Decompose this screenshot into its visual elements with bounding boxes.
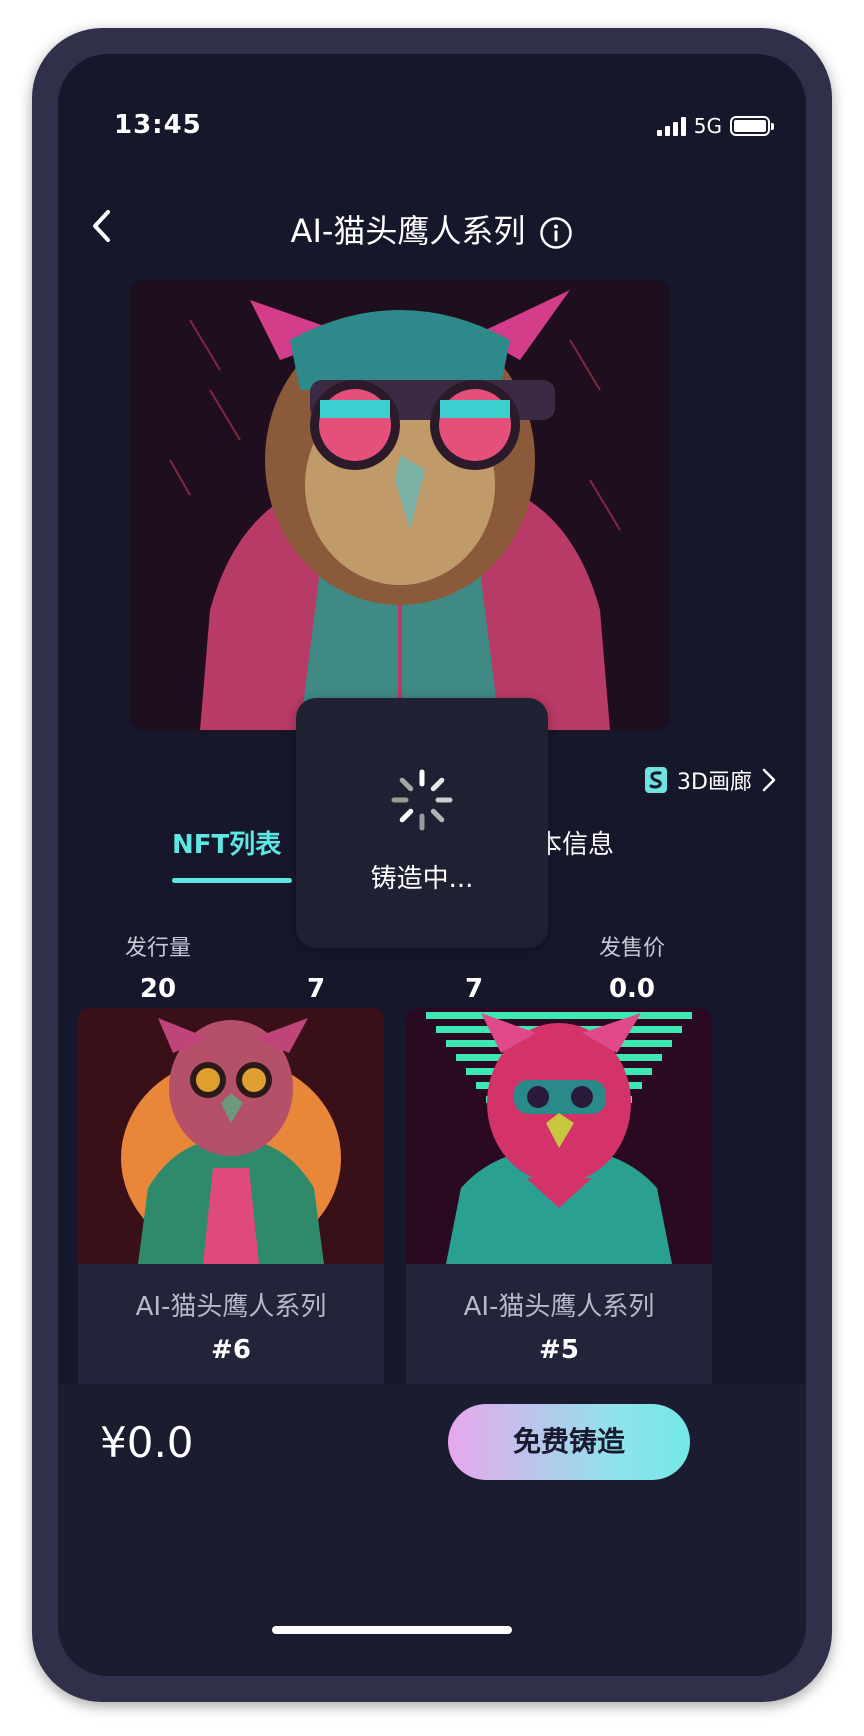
app-screen: 13:45 5G AI-猫头鹰人系列 3D画廊 NFT列表 基本信息 发行量 2…	[58, 54, 806, 1676]
nft-card-image	[406, 1008, 712, 1264]
signal-icon	[656, 116, 686, 136]
nft-card[interactable]: AI-猫头鹰人系列 #6	[78, 1008, 384, 1428]
nft-card-title: AI-猫头鹰人系列	[135, 1292, 327, 1322]
stat-value: 7	[464, 974, 484, 1004]
stat-value: 20	[139, 974, 177, 1004]
page-title-text: AI-猫头鹰人系列	[290, 212, 526, 250]
chevron-right-icon	[762, 768, 776, 792]
tab-nft-list[interactable]: NFT列表	[172, 824, 281, 861]
stat-label: 发行量	[124, 936, 191, 961]
battery-icon	[730, 116, 774, 136]
nft-card-title: AI-猫头鹰人系列	[463, 1292, 655, 1322]
free-mint-button[interactable]: 免费铸造	[448, 1404, 690, 1480]
toast-text: 铸造中...	[370, 864, 474, 894]
active-tab-indicator	[172, 878, 292, 883]
loading-spinner-icon	[390, 768, 454, 832]
price-label: ¥0.0	[100, 1418, 194, 1467]
stat-value: 0.0	[608, 974, 656, 1004]
page-title: AI-猫头鹰人系列	[58, 206, 806, 252]
gallery-logo-icon	[645, 767, 668, 793]
network-type: 5G	[693, 114, 722, 138]
info-icon[interactable]	[539, 216, 573, 250]
stat-sale-price: 发售价 0.0	[552, 930, 712, 1004]
nft-card-number: #6	[211, 1335, 251, 1365]
gallery-3d-link[interactable]: 3D画廊	[643, 764, 778, 796]
loading-toast: 铸造中...	[296, 698, 548, 948]
nft-card-image	[78, 1008, 384, 1264]
stat-issue-count: 发行量 20	[78, 930, 238, 1004]
nft-card-number: #5	[539, 1335, 579, 1365]
status-time: 13:45	[114, 110, 202, 140]
hero-nft-image	[130, 280, 670, 730]
stat-label: 发售价	[598, 936, 665, 961]
nft-card[interactable]: AI-猫头鹰人系列 #5	[406, 1008, 712, 1428]
phone-frame: 13:45 5G AI-猫头鹰人系列 3D画廊 NFT列表 基本信息 发行量 2…	[32, 28, 832, 1702]
home-indicator	[272, 1626, 512, 1634]
status-indicators: 5G	[656, 114, 774, 138]
gallery-link-label: 3D画廊	[677, 770, 752, 795]
stat-value: 7	[306, 974, 326, 1004]
